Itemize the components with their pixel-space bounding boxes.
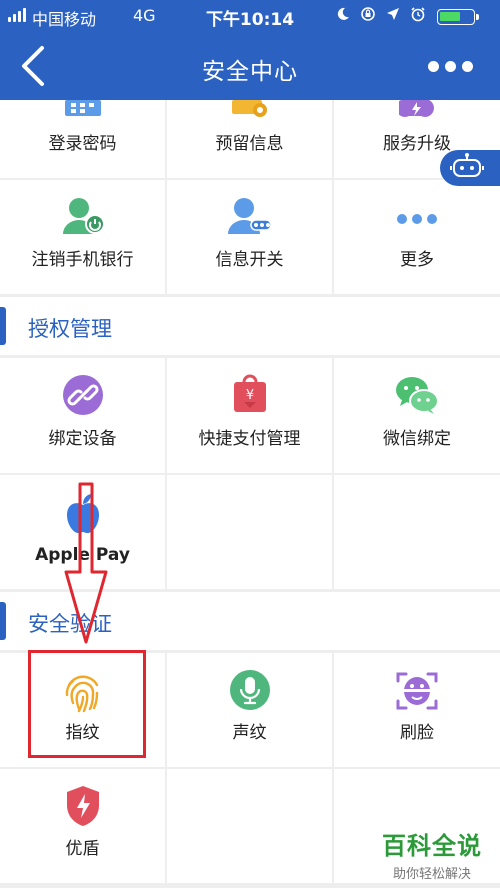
- grid-item-label: 刷脸: [400, 723, 434, 743]
- info-card-icon: [231, 100, 268, 122]
- location-icon: [386, 7, 400, 25]
- more-button[interactable]: [428, 56, 480, 76]
- security-center-content: 登录密码 预留信息 服务升级 注销手机银行 信息开关 更多 授权管理 绑定设备 …: [0, 100, 500, 888]
- grid-item-label: 指纹: [65, 723, 100, 743]
- grid-item-info-switch[interactable]: 信息开关: [167, 180, 332, 294]
- grid-item-fingerprint[interactable]: 指纹: [0, 653, 165, 767]
- section-title: 安全验证: [28, 612, 112, 636]
- user-toggle-icon: [227, 196, 273, 240]
- calendar-grid-icon: [64, 100, 101, 122]
- shield-icon: [65, 785, 101, 831]
- assistant-robot-button[interactable]: [440, 150, 500, 186]
- grid-item-label: 服务升级: [383, 134, 451, 154]
- grid-item-empty: [167, 769, 332, 883]
- grid-item-label: 绑定设备: [48, 429, 117, 449]
- grid-item-apple-pay[interactable]: Apple Pay: [0, 475, 165, 589]
- status-bar: 中国移动 4G 下午10:14: [0, 0, 500, 32]
- upgrade-icon: [396, 100, 435, 122]
- alarm-icon: [410, 6, 426, 26]
- grid-item-label: 优盾: [65, 839, 100, 859]
- user-cancel-icon: [61, 196, 105, 240]
- grid-item-label: 预留信息: [215, 134, 284, 154]
- page-title: 安全中心: [202, 59, 298, 85]
- battery-icon: [437, 9, 479, 25]
- grid-item-label: 信息开关: [215, 250, 284, 270]
- wechat-icon: [394, 374, 440, 420]
- grid-item-label: Apple Pay: [35, 545, 130, 565]
- section-title: 授权管理: [28, 317, 112, 341]
- grid-item-empty: [167, 475, 332, 589]
- app-header: 中国移动 4G 下午10:14 安全中心: [0, 0, 500, 100]
- section-header-security-verification: 安全验证: [0, 592, 500, 650]
- grid-item-empty: [334, 769, 500, 883]
- moon-icon: [336, 7, 350, 25]
- grid-item-ushield[interactable]: 优盾: [0, 769, 165, 883]
- more-dots-icon: [428, 60, 439, 72]
- svg-text:¥: ¥: [245, 388, 253, 403]
- grid-item-label: 快捷支付管理: [198, 429, 301, 449]
- payment-bag-icon: ¥: [230, 372, 270, 420]
- grid-item-quick-payment[interactable]: ¥ 快捷支付管理: [167, 358, 332, 473]
- grid-item-label: 声纹: [232, 723, 267, 743]
- robot-icon: [450, 153, 484, 177]
- link-icon: [62, 374, 104, 420]
- grid-item-wechat-binding[interactable]: 微信绑定: [334, 358, 500, 473]
- grid-item-label: 更多: [400, 250, 434, 270]
- grid-item-reserved-info[interactable]: 预留信息: [167, 100, 332, 178]
- grid-item-label: 登录密码: [48, 134, 117, 154]
- grid-item-login-password[interactable]: 登录密码: [0, 100, 165, 178]
- grid-item-bind-device[interactable]: 绑定设备: [0, 358, 165, 473]
- more-dots-icon: [396, 210, 438, 229]
- microphone-icon: [229, 669, 271, 715]
- grid-item-label: 注销手机银行: [31, 250, 134, 270]
- face-scan-icon: [396, 671, 438, 715]
- apple-icon: [65, 493, 101, 539]
- back-button[interactable]: [18, 44, 58, 88]
- grid-item-voiceprint[interactable]: 声纹: [167, 653, 332, 767]
- chevron-left-icon: [22, 46, 44, 86]
- section-header-authorization: 授权管理: [0, 297, 500, 355]
- fingerprint-icon: [63, 671, 103, 717]
- grid-item-empty: [334, 475, 500, 589]
- grid-item-label: 微信绑定: [383, 429, 451, 449]
- grid-item-face-scan[interactable]: 刷脸: [334, 653, 500, 767]
- grid-item-cancel-mobile-banking[interactable]: 注销手机银行: [0, 180, 165, 294]
- grid-item-more[interactable]: 更多: [334, 180, 500, 294]
- rotation-lock-icon: [360, 6, 376, 26]
